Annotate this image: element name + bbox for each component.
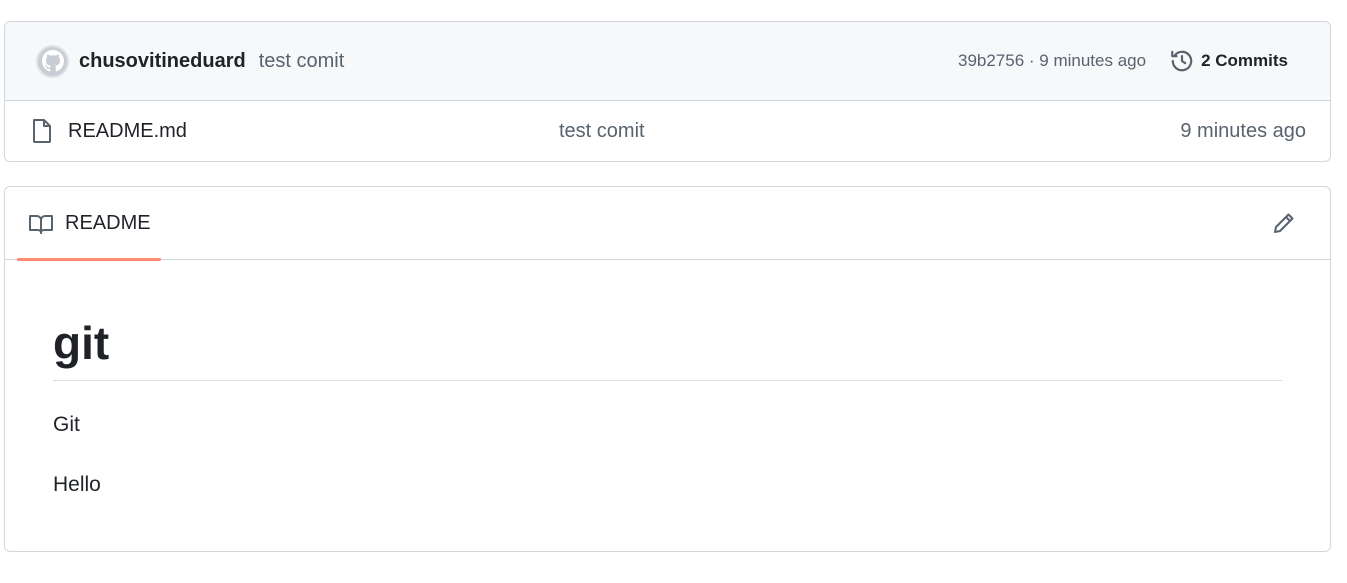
readme-heading: git [53, 315, 1282, 381]
latest-commit-bar: chusovitineduard test comit 39b2756 · 9 … [5, 22, 1330, 101]
readme-tab-label: README [65, 212, 151, 234]
file-browser: chusovitineduard test comit 39b2756 · 9 … [4, 21, 1331, 162]
github-mark-icon [41, 50, 64, 72]
pencil-icon [1274, 213, 1294, 233]
history-icon [1169, 48, 1195, 74]
avatar[interactable] [36, 44, 69, 78]
readme-paragraph: Hello [53, 473, 101, 496]
readme-panel: README git Git Hello [4, 186, 1331, 552]
readme-content: git Git Hello [5, 315, 1330, 498]
tab-readme[interactable]: README [17, 187, 161, 261]
file-icon [31, 118, 53, 144]
file-last-modified: 9 minutes ago [1180, 119, 1306, 142]
edit-readme-button[interactable] [1270, 209, 1298, 237]
readme-paragraph: Git [53, 413, 80, 436]
file-row[interactable]: README.md test comit 9 minutes ago [5, 101, 1330, 161]
file-name-link[interactable]: README.md [68, 120, 187, 143]
commits-count: 2 Commits [1201, 51, 1288, 70]
file-commit-message-link[interactable]: test comit [559, 120, 645, 143]
commits-history-link[interactable]: 2 Commits [1169, 48, 1288, 74]
commit-hash-and-time[interactable]: 39b2756 · 9 minutes ago [958, 51, 1146, 71]
book-icon [28, 213, 54, 235]
readme-header: README [5, 187, 1330, 261]
commit-author[interactable]: chusovitineduard [79, 50, 246, 73]
commit-message[interactable]: test comit [259, 50, 345, 73]
